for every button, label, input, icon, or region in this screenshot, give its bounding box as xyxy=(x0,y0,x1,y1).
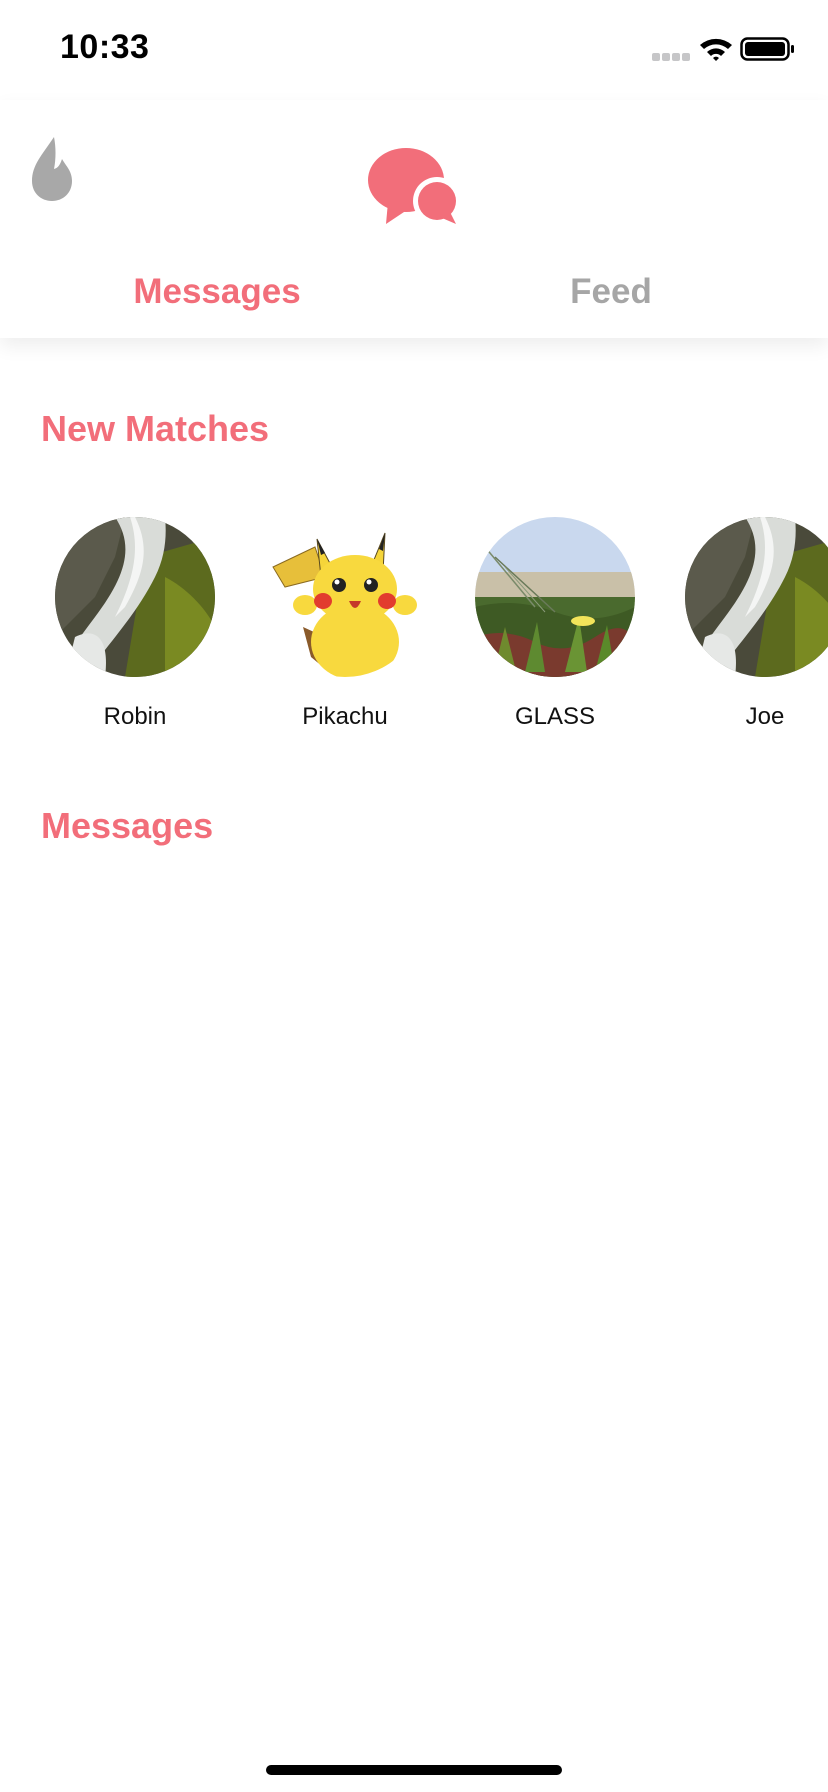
flame-icon[interactable] xyxy=(28,135,76,203)
avatar[interactable] xyxy=(475,517,635,677)
match-name: Joe xyxy=(745,703,785,730)
status-time: 10:33 xyxy=(60,28,150,66)
match-pikachu[interactable]: Pikachu xyxy=(245,517,445,737)
match-robin[interactable]: Robin xyxy=(35,517,235,737)
home-indicator[interactable] xyxy=(266,1765,562,1775)
status-bar: 10:33 xyxy=(0,0,828,100)
waterfall-photo xyxy=(55,517,215,677)
tab-feed[interactable]: Feed xyxy=(404,272,818,312)
waterfall-photo xyxy=(685,517,828,677)
match-name: Robin xyxy=(103,703,167,730)
match-name: Pikachu xyxy=(302,703,388,730)
match-name: GLASS xyxy=(514,703,596,730)
match-joe[interactable]: Joe xyxy=(665,517,828,737)
avatar[interactable] xyxy=(265,517,425,677)
avatar[interactable] xyxy=(685,517,828,677)
wifi-icon xyxy=(700,38,732,61)
new-matches-list: Robin Pikachu GLASS Joe xyxy=(0,517,828,737)
tab-messages[interactable]: Messages xyxy=(10,272,424,312)
new-matches-title: New Matches xyxy=(41,408,270,449)
ice-plant-flowers-photo xyxy=(475,517,635,677)
top-navigation: Messages Feed xyxy=(0,100,828,338)
avatar[interactable] xyxy=(55,517,215,677)
match-glass[interactable]: GLASS xyxy=(455,517,655,737)
screen: 10:33 Messages Feed New Matches Robin Pi… xyxy=(0,0,828,1792)
battery-icon xyxy=(740,37,794,61)
cellular-signal-icon xyxy=(652,53,690,63)
pikachu-photo xyxy=(265,517,425,677)
messages-title: Messages xyxy=(41,805,214,846)
chat-bubbles-icon[interactable] xyxy=(366,144,462,228)
